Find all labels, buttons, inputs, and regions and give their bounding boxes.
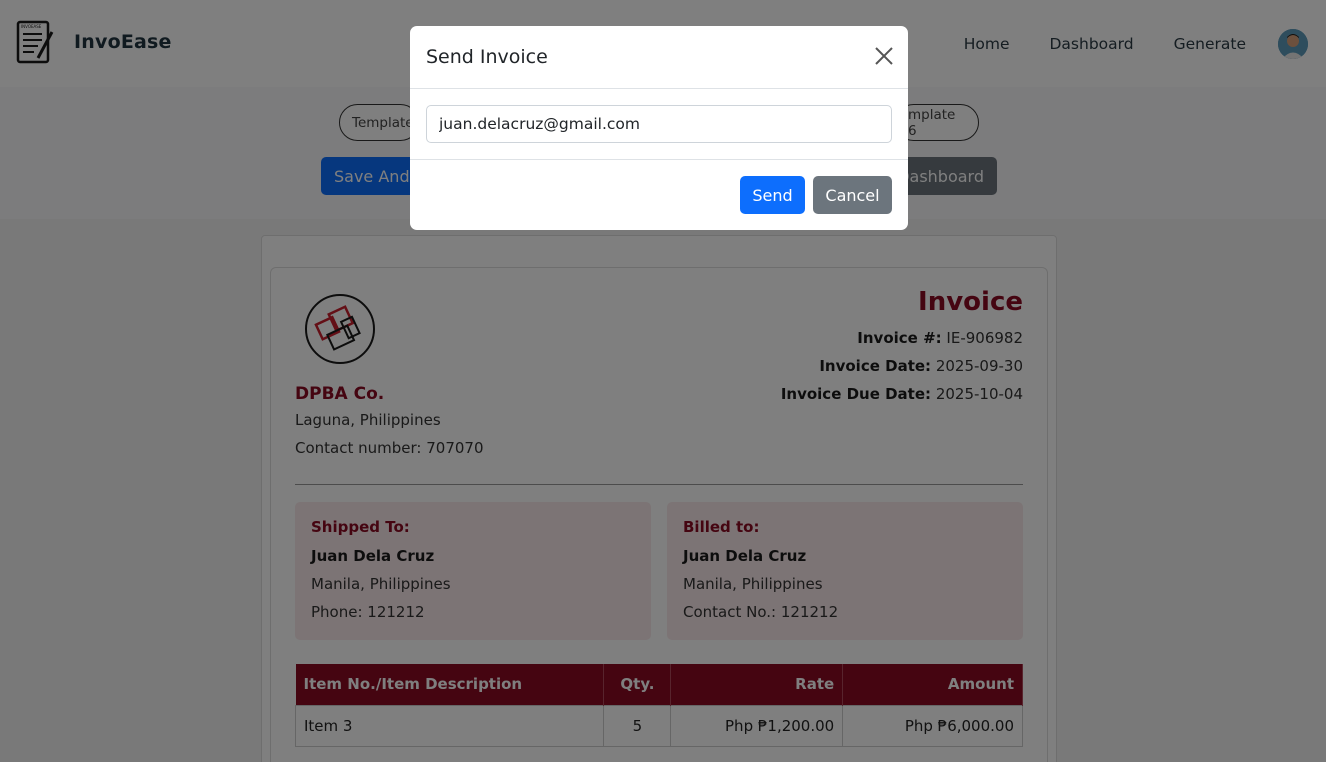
close-icon[interactable] [874, 46, 894, 66]
modal-header: Send Invoice [410, 26, 908, 89]
modal-title: Send Invoice [426, 46, 548, 68]
send-button[interactable]: Send [740, 176, 805, 214]
send-invoice-modal: Send Invoice Send Cancel [410, 26, 908, 230]
modal-footer: Send Cancel [410, 160, 908, 230]
cancel-button[interactable]: Cancel [813, 176, 892, 214]
email-input[interactable] [426, 105, 892, 143]
modal-body [410, 89, 908, 160]
